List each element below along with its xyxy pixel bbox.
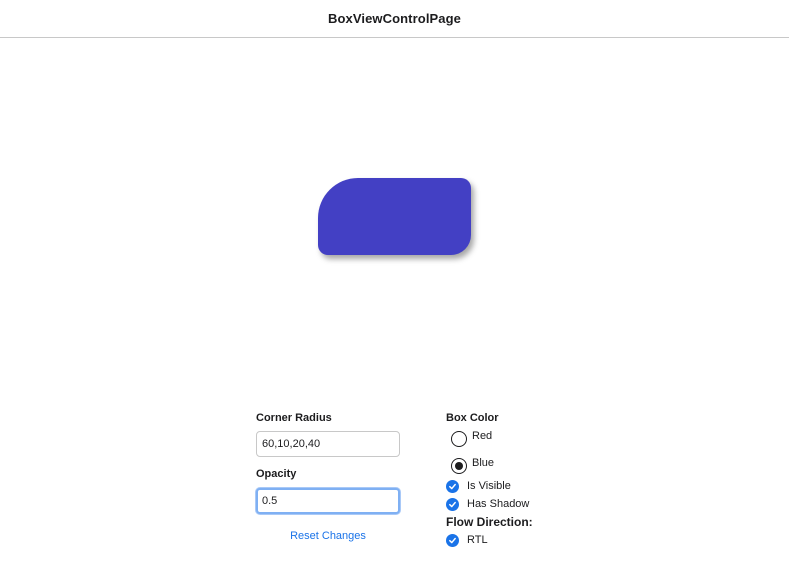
has-shadow-checkbox[interactable]: Has Shadow [446, 496, 606, 512]
flow-direction-label: Flow Direction: [446, 515, 533, 529]
box-view [318, 178, 471, 255]
radio-blue-icon[interactable] [451, 458, 467, 474]
radio-blue[interactable]: Blue [451, 457, 606, 475]
controls-right-panel: Box Color Red Blue Is Visible Has Shadow… [446, 412, 606, 548]
controls-left-panel: Corner Radius Opacity Reset Changes [256, 412, 401, 544]
radio-red-icon[interactable] [451, 431, 467, 447]
radio-red-label: Red [472, 430, 493, 442]
radio-red[interactable]: Red [451, 430, 606, 448]
corner-radius-input[interactable] [256, 431, 400, 457]
radio-blue-label: Blue [472, 457, 495, 469]
has-shadow-label: Has Shadow [467, 498, 530, 510]
title-bar: BoxViewControlPage [0, 0, 789, 38]
checkmark-icon[interactable] [446, 479, 459, 493]
window-title: BoxViewControlPage [327, 11, 462, 26]
reset-changes-button[interactable]: Reset Changes [290, 530, 366, 542]
corner-radius-label: Corner Radius [256, 412, 332, 424]
app-window: BoxViewControlPage Corner Radius Opacity… [0, 0, 789, 563]
is-visible-checkbox[interactable]: Is Visible [446, 478, 606, 494]
opacity-input[interactable] [256, 488, 400, 514]
radio-selected-dot [455, 462, 463, 470]
checkmark-icon[interactable] [446, 533, 459, 547]
rtl-label: RTL [467, 534, 488, 546]
opacity-label: Opacity [256, 468, 297, 480]
rtl-checkbox[interactable]: RTL [446, 532, 606, 548]
box-color-label: Box Color [446, 412, 499, 424]
checkmark-icon[interactable] [446, 497, 459, 511]
is-visible-label: Is Visible [467, 480, 511, 492]
